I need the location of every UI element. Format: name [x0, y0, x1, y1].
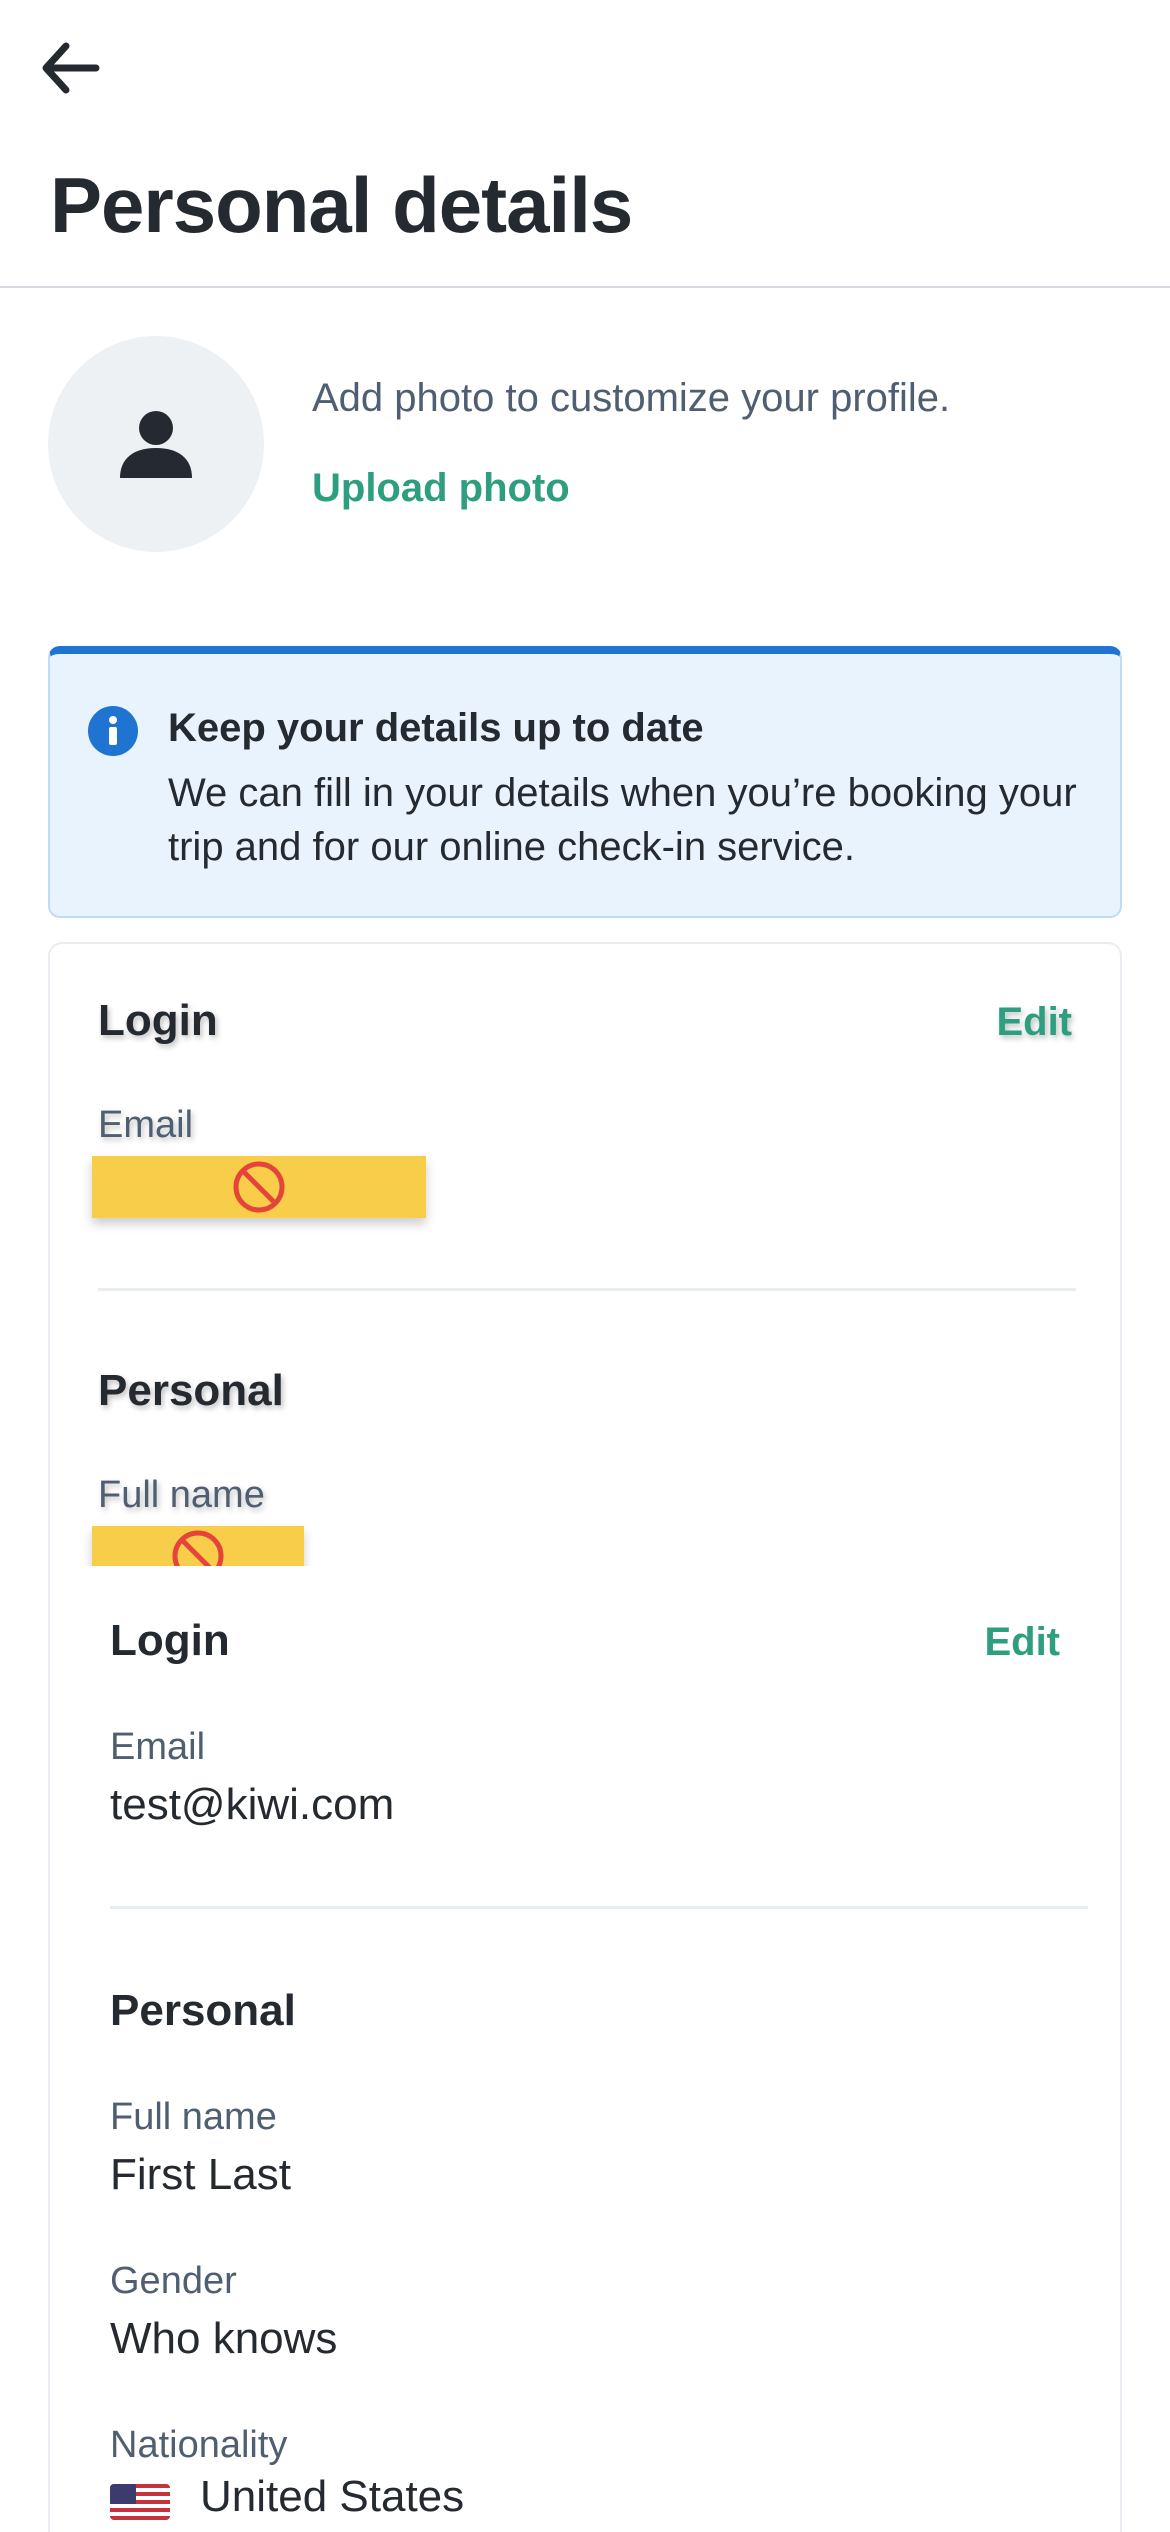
info-icon [88, 706, 138, 756]
login-edit-button[interactable]: Edit [984, 1620, 1060, 1665]
full-name-value: First Last [110, 2150, 291, 2199]
section-divider [98, 1288, 1076, 1291]
details-card-redacted: Login Edit Email Personal Full name [48, 942, 1122, 1566]
login-section-title: Login [110, 1616, 230, 1665]
login-section-title: Login [98, 996, 218, 1045]
redaction-block [92, 1526, 304, 1566]
redaction-block [92, 1156, 426, 1218]
photo-prompt: Add photo to customize your profile. [312, 376, 951, 420]
header-divider [0, 286, 1170, 288]
info-banner: Keep your details up to date We can fill… [48, 646, 1122, 918]
upload-photo-link[interactable]: Upload photo [312, 466, 570, 511]
details-card: Login Edit Email test@kiwi.com Personal … [48, 1566, 1122, 2532]
page-title: Personal details [50, 161, 633, 249]
personal-section-title: Personal [110, 1986, 296, 2035]
nationality-label: Nationality [110, 2424, 288, 2466]
back-button[interactable] [32, 30, 108, 106]
prohibited-icon [172, 1530, 224, 1566]
arrow-left-icon [42, 42, 100, 94]
login-edit-button[interactable]: Edit [996, 1000, 1072, 1045]
email-label: Email [98, 1104, 194, 1146]
info-banner-title: Keep your details up to date [168, 706, 704, 750]
prohibited-icon [233, 1161, 285, 1213]
info-banner-body: We can fill in your details when you’re … [168, 771, 1077, 869]
user-icon [120, 411, 192, 478]
personal-section-title: Personal [98, 1366, 284, 1415]
email-label: Email [110, 1726, 206, 1768]
full-name-label: Full name [110, 2096, 277, 2138]
us-flag-icon [110, 2484, 170, 2520]
section-divider [110, 1906, 1088, 1909]
gender-label: Gender [110, 2260, 237, 2302]
email-value: test@kiwi.com [110, 1780, 395, 1829]
avatar[interactable] [48, 336, 264, 552]
nationality-value: United States [200, 2472, 465, 2521]
full-name-label: Full name [98, 1474, 265, 1516]
gender-value: Who knows [110, 2314, 338, 2363]
